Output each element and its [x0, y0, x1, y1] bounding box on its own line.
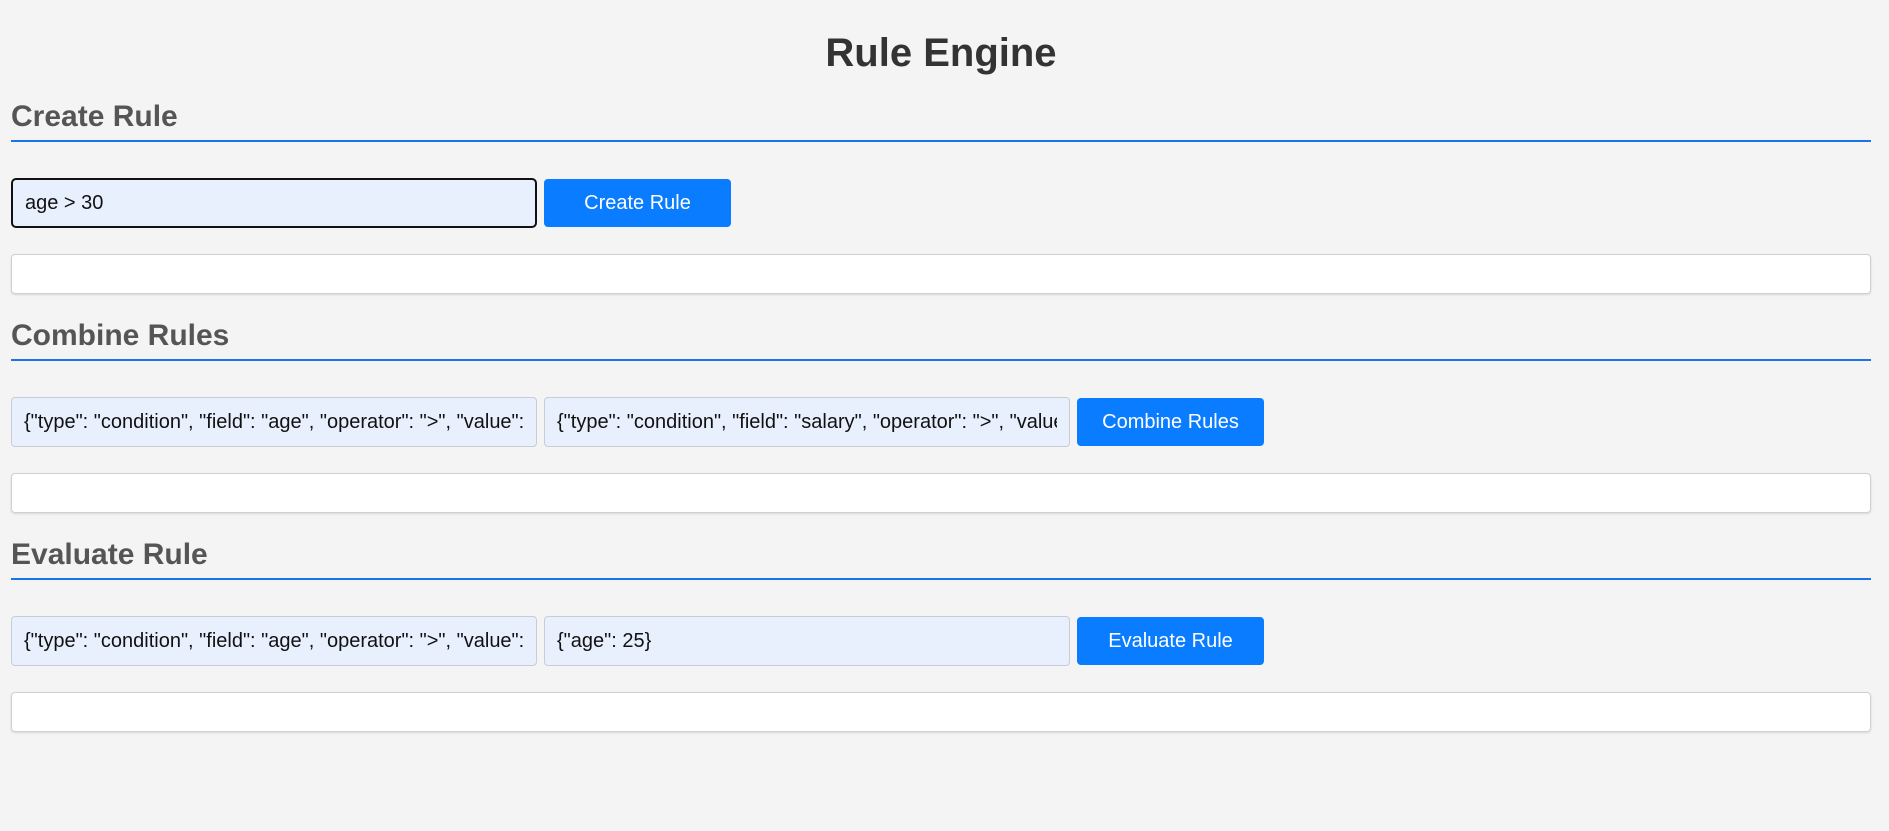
combine-rules-button[interactable]: Combine Rules: [1077, 398, 1264, 446]
evaluate-rule-result: [11, 692, 1871, 732]
evaluate-rule-button[interactable]: Evaluate Rule: [1077, 617, 1264, 665]
combine-rules-result: [11, 473, 1871, 513]
create-rule-row: Create Rule: [11, 178, 1871, 228]
page-title: Rule Engine: [825, 31, 1057, 75]
create-rule-result: [11, 254, 1871, 294]
rule-engine-page: Rule Engine Create Rule Create Rule Comb…: [0, 0, 1889, 831]
evaluate-data-input[interactable]: [544, 616, 1070, 666]
create-rule-section: Create Rule Create Rule: [11, 100, 1871, 294]
evaluate-rule-row: Evaluate Rule: [11, 616, 1871, 666]
combine-rules-heading: Combine Rules: [11, 319, 1871, 361]
combine-rules-row: Combine Rules: [11, 397, 1871, 447]
rule1-input[interactable]: [11, 397, 537, 447]
create-rule-heading: Create Rule: [11, 100, 1871, 142]
evaluate-rule-heading: Evaluate Rule: [11, 538, 1871, 580]
create-rule-button[interactable]: Create Rule: [544, 179, 731, 227]
evaluate-rule-section: Evaluate Rule Evaluate Rule: [11, 538, 1871, 732]
evaluate-rule-input[interactable]: [11, 616, 537, 666]
combine-rules-section: Combine Rules Combine Rules: [11, 319, 1871, 513]
rule2-input[interactable]: [544, 397, 1070, 447]
rule-string-input[interactable]: [11, 178, 537, 228]
